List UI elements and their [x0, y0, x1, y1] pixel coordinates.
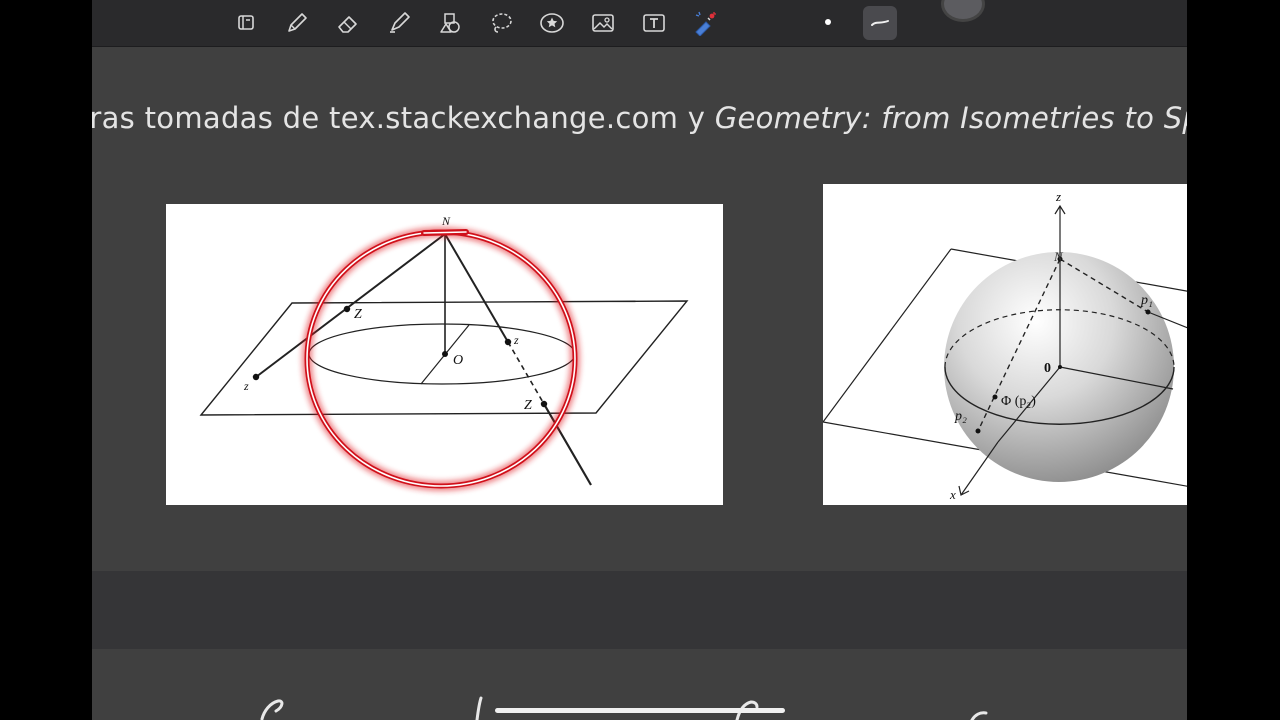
label-p1: p₁	[1140, 293, 1153, 308]
label-z-right-small: z	[513, 333, 519, 347]
drawing-toolbar	[92, 0, 1187, 47]
caption-italic-title: Geometry: from Isometries to Sp	[714, 101, 1187, 135]
sphere-figure-right: z N p₁ 0 Φ (p₂) p₂ x	[823, 184, 1187, 505]
label-p2: p₂	[954, 409, 967, 424]
shapes-icon[interactable]	[433, 6, 467, 40]
pen-icon[interactable]	[280, 6, 314, 40]
plane-outline	[199, 300, 689, 416]
image-icon[interactable]	[586, 6, 620, 40]
eraser-icon[interactable]	[331, 6, 365, 40]
right-letterbox	[1187, 0, 1280, 720]
label-z-upper-left: Z	[354, 307, 362, 322]
stroke-style-icon[interactable]	[863, 6, 897, 40]
highlighter-icon[interactable]	[382, 6, 416, 40]
slide-page: guras tomadas de tex.stackexchange.com y…	[92, 47, 1187, 571]
caption-prefix: guras tomadas de tex.stackexchange.com y	[92, 101, 715, 135]
label-x-axis: x	[949, 487, 956, 502]
pen-tip-indicator	[941, 0, 985, 22]
bookmark-icon[interactable]	[229, 6, 263, 40]
lasso-icon[interactable]	[484, 6, 518, 40]
laser-pointer-icon[interactable]	[688, 6, 722, 40]
next-page-area	[92, 649, 1187, 720]
label-n: N	[441, 214, 451, 228]
label-phi: Φ (p₂)	[1001, 394, 1036, 409]
notes-app: guras tomadas de tex.stackexchange.com y…	[92, 0, 1187, 720]
sticker-icon[interactable]	[535, 6, 569, 40]
left-letterbox	[0, 0, 92, 720]
text-box-icon[interactable]	[637, 6, 671, 40]
stroke-size-dot[interactable]	[825, 19, 831, 25]
label-z-lower-left: z	[243, 379, 249, 393]
label-o: O	[453, 353, 463, 368]
label-n: N	[1053, 249, 1064, 264]
home-indicator[interactable]	[495, 708, 785, 713]
stereographic-figure-left: N O Z z z Z	[166, 204, 723, 505]
handwriting-strokes	[260, 696, 988, 720]
page-gap	[92, 571, 1187, 649]
label-origin: 0	[1044, 361, 1051, 376]
label-z-axis: z	[1055, 189, 1061, 204]
label-z-right-large: Z	[524, 398, 532, 413]
slide-caption: guras tomadas de tex.stackexchange.com y…	[92, 101, 1187, 135]
